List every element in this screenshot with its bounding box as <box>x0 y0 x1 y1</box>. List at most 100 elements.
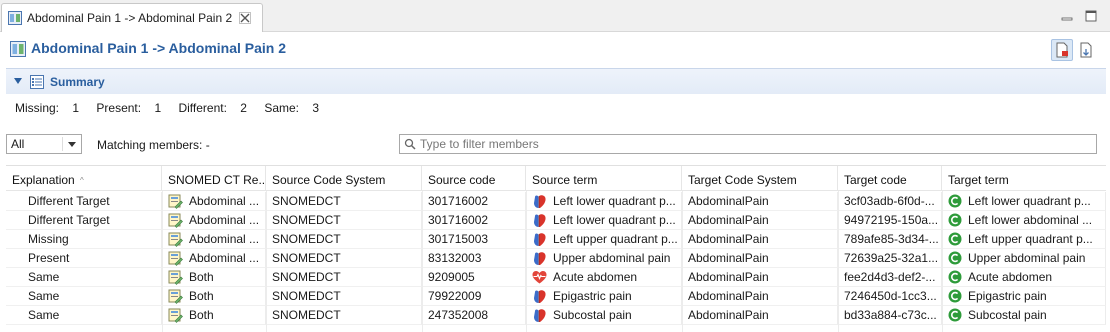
filter-input[interactable] <box>420 136 1090 152</box>
cell-refset-text: Abdominal ... <box>189 231 260 246</box>
cell-explanation: Different Target <box>6 192 162 211</box>
cell-source-code-text: 9209005 <box>428 270 475 284</box>
collapse-arrow-icon[interactable] <box>14 78 22 84</box>
column-header-target-term[interactable]: Target term <box>942 166 1106 191</box>
cell-target-code-system: AbdominalPain <box>682 192 838 211</box>
cell-refset-text: Both <box>189 288 214 303</box>
save-report-button[interactable] <box>1075 39 1097 61</box>
editor-tab[interactable]: Abdominal Pain 1 -> Abdominal Pain 2 <box>1 3 263 32</box>
list-icon <box>30 75 44 89</box>
cell-target-term-text: Left lower abdominal ... <box>968 212 1093 227</box>
different-count: 2 <box>240 101 247 115</box>
cell-source-term: Subcostal pain <box>526 306 682 325</box>
column-header-source-code-system[interactable]: Source Code System <box>266 166 422 191</box>
cell-source-code: 301716002 <box>422 192 526 211</box>
column-header-source-code[interactable]: Source code <box>422 166 526 191</box>
refset-icon <box>168 251 183 266</box>
column-header-source-term[interactable]: Source term <box>526 166 682 191</box>
table-row[interactable]: Different Target Abdominal ... SNOMEDCT 301… <box>6 211 1106 230</box>
cell-target-code-system-text: AbdominalPain <box>688 213 769 227</box>
cell-source-code-text: 301716002 <box>428 194 489 208</box>
cell-source-code: 301716002 <box>422 211 526 230</box>
cell-source-term-text: Acute abdomen <box>553 269 638 284</box>
maximize-icon[interactable] <box>1084 10 1098 22</box>
cell-target-term: Acute abdomen <box>942 268 1106 287</box>
cell-explanation-text: Different Target <box>28 194 110 208</box>
cell-explanation: Same <box>6 268 162 287</box>
column-divider <box>942 191 943 332</box>
export-report-button[interactable] <box>1051 39 1073 61</box>
cell-source-term-text: Upper abdominal pain <box>553 250 671 265</box>
column-divider <box>162 191 163 332</box>
column-header-target-code[interactable]: Target code <box>838 166 942 191</box>
cell-target-code-system: AbdominalPain <box>682 287 838 306</box>
cell-target-term: Subcostal pain <box>942 306 1106 325</box>
document-download-icon <box>1080 42 1092 58</box>
cell-target-term-text: Epigastric pain <box>968 288 1047 303</box>
concept-icon <box>948 194 962 208</box>
concept-icon <box>948 232 962 246</box>
cell-target-term: Left lower abdominal ... <box>942 211 1106 230</box>
cell-target-code-system: AbdominalPain <box>682 211 838 230</box>
cell-refset-text: Abdominal ... <box>189 212 260 227</box>
page-title: Abdominal Pain 1 -> Abdominal Pain 2 <box>31 40 287 56</box>
cell-target-term: Epigastric pain <box>942 287 1106 306</box>
heart-icon <box>534 213 546 227</box>
cell-source-code-system: SNOMEDCT <box>266 230 422 249</box>
cell-target-term-text: Acute abdomen <box>968 269 1053 284</box>
cell-source-code-system: SNOMEDCT <box>266 306 422 325</box>
cell-target-code-system: AbdominalPain <box>682 230 838 249</box>
cell-source-code-system: SNOMEDCT <box>266 268 422 287</box>
present-count: 1 <box>154 101 162 115</box>
cell-refset-text: Both <box>189 269 214 284</box>
table-row[interactable]: Same Both SNOMEDCT 247352008 Subcostal pain A… <box>6 306 1106 325</box>
cell-explanation-text: Different Target <box>28 213 110 227</box>
column-header-target-code-system[interactable]: Target Code System <box>682 166 838 191</box>
summary-section-header[interactable]: Summary <box>6 68 1106 94</box>
heart-icon <box>534 308 546 322</box>
cell-source-code: 247352008 <box>422 306 526 325</box>
cell-source-code-text: 247352008 <box>428 308 489 322</box>
cell-target-code-system-text: AbdominalPain <box>688 308 769 322</box>
cell-target-code-text: bd33a884-c73c... <box>844 308 937 322</box>
cell-target-code-system-text: AbdominalPain <box>688 232 769 246</box>
cell-target-code: bd33a884-c73c... <box>838 306 942 325</box>
cell-source-code-system-text: SNOMEDCT <box>272 270 341 284</box>
table-row[interactable]: Same Both SNOMEDCT 9209005 Acute abdomen Abdo… <box>6 268 1106 287</box>
column-header-explanation[interactable]: Explanation ^ <box>6 166 162 191</box>
editor-tab-bar: Abdominal Pain 1 -> Abdominal Pain 2 <box>0 0 1110 32</box>
table-row[interactable]: Same Both SNOMEDCT 79922009 Epigastric pain A… <box>6 287 1106 306</box>
table-row[interactable]: Different Target Abdominal ... SNOMEDCT 301… <box>6 192 1106 211</box>
cell-source-code-system-text: SNOMEDCT <box>272 232 341 246</box>
cell-refset: Abdominal ... <box>162 249 266 268</box>
minimize-icon[interactable] <box>1060 10 1074 22</box>
filter-search-box[interactable] <box>399 134 1097 154</box>
concept-icon <box>948 213 962 227</box>
cell-target-code-text: 3cf03adb-6f0d-... <box>844 194 935 208</box>
cell-source-term-text: Left upper quadrant p... <box>553 231 678 246</box>
concept-icon <box>948 270 962 284</box>
cell-source-code-text: 83132003 <box>428 251 482 265</box>
table-row[interactable]: Present Abdominal ... SNOMEDCT 83132003 Uppe… <box>6 249 1106 268</box>
missing-count: 1 <box>72 101 80 115</box>
cell-source-term: Epigastric pain <box>526 287 682 306</box>
cell-target-code: 7246450d-1cc3... <box>838 287 942 306</box>
cell-refset: Abdominal ... <box>162 192 266 211</box>
cell-explanation: Different Target <box>6 211 162 230</box>
table-row[interactable]: Missing Abdominal ... SNOMEDCT 301715003 Lef… <box>6 230 1106 249</box>
same-label: Same: <box>264 101 299 115</box>
close-icon[interactable] <box>239 12 251 24</box>
cell-refset-text: Abdominal ... <box>189 250 260 265</box>
chevron-down-icon <box>68 142 76 147</box>
cell-source-code-system: SNOMEDCT <box>266 211 422 230</box>
cell-target-code: 3cf03adb-6f0d-... <box>838 192 942 211</box>
search-icon <box>404 138 416 150</box>
cell-target-code: fee2d4d3-def2-... <box>838 268 942 287</box>
column-header-snomed-ct-refset[interactable]: SNOMED CT Re... <box>162 166 266 191</box>
cell-source-term: Upper abdominal pain <box>526 249 682 268</box>
member-filter-select[interactable]: All <box>6 134 82 154</box>
cell-refset-text: Both <box>189 307 214 322</box>
cell-target-code-text: 789afe85-3d34-... <box>844 232 939 246</box>
heart-pulse-icon <box>532 270 547 283</box>
cell-explanation-text: Same <box>28 289 60 303</box>
